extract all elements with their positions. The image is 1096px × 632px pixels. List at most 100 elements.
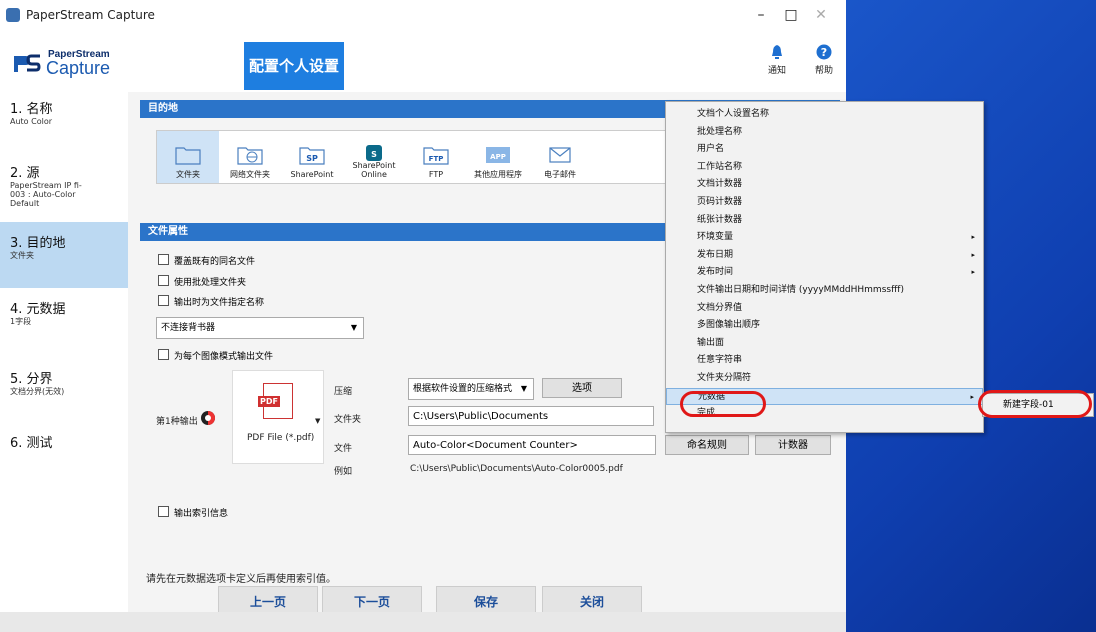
folder-path-input[interactable]: C:\Users\Public\Documents: [408, 406, 654, 426]
menu-item[interactable]: 文档个人设置名称: [666, 106, 983, 123]
submenu-arrow-icon: ▸: [971, 233, 975, 242]
menu-item-label: 工作站名称: [697, 161, 743, 172]
sharepoint-icon: SP: [299, 147, 325, 165]
menu-item[interactable]: 输出面: [666, 335, 983, 352]
menu-item[interactable]: 任意字符串: [666, 352, 983, 369]
highlight-ring-metadata: [680, 391, 766, 417]
submenu-arrow-icon: ▸: [970, 392, 974, 401]
step-sub: Auto Color: [10, 117, 53, 126]
menu-item-label: 文件夹分隔符: [697, 373, 752, 383]
notify-label: 通知: [767, 66, 786, 76]
dest-label: 其他应用程序: [474, 170, 522, 179]
network-folder-icon: [237, 147, 263, 165]
select-value: 根据软件设置的压缩格式: [413, 384, 513, 394]
step-label: 2. 源: [10, 166, 40, 181]
overwrite-checkbox[interactable]: 覆盖既有的同名文件: [158, 254, 255, 267]
counter-button[interactable]: 计数器: [755, 435, 831, 455]
dest-folder[interactable]: 文件夹: [157, 131, 219, 183]
step-sub: 文档分界(无效): [10, 387, 65, 396]
page-title: 配置个人设置: [244, 42, 344, 90]
svg-text:APP: APP: [490, 153, 506, 161]
highlight-ring-new-field: [978, 390, 1092, 418]
menu-item[interactable]: 纸张计数器: [666, 212, 983, 229]
checkbox-box: [158, 275, 169, 286]
insert-field-menu: 文档个人设置名称 批处理名称用户名工作站名称文档计数器页码计数器纸张计数器环境变量…: [665, 101, 984, 433]
step-separation[interactable]: 5. 分界 文档分界(无效): [0, 368, 128, 418]
menu-item-label: 发布时间: [697, 267, 734, 278]
dest-sharepoint-online[interactable]: S SharePoint Online: [343, 131, 405, 183]
output1-label: 第1种输出: [156, 417, 198, 427]
dest-label: SharePoint Online: [352, 161, 396, 179]
menu-item-label: 文件输出日期和时间详情 (yyyyMMddHHmmssfff): [697, 285, 904, 295]
close-window-button[interactable]: ✕: [806, 4, 836, 26]
step-sidebar: 1. 名称 Auto Color 2. 源 PaperStream IP fi-…: [0, 92, 128, 612]
step-label: 3. 目的地: [10, 236, 66, 251]
menu-item[interactable]: 文件夹分隔符: [666, 370, 983, 387]
menu-item[interactable]: 工作站名称: [666, 159, 983, 176]
step-destination[interactable]: 3. 目的地 文件夹: [0, 222, 128, 288]
menu-item[interactable]: 文件输出日期和时间详情 (yyyyMMddHHmmssfff): [666, 282, 983, 299]
format-dropdown-icon: ▼: [315, 417, 321, 425]
compression-select[interactable]: 根据软件设置的压缩格式 ▼: [408, 378, 534, 400]
menu-item-label: 文档个人设置名称: [697, 109, 770, 119]
endorser-select[interactable]: 不连接背书器 ▼: [156, 317, 364, 339]
menu-item-label: 文档分界值: [697, 302, 743, 313]
menu-item[interactable]: 文档分界值: [666, 300, 983, 317]
dest-email[interactable]: 电子邮件: [529, 131, 591, 183]
step-metadata[interactable]: 4. 元数据 1字段: [0, 298, 128, 348]
per-image-mode-checkbox[interactable]: 为每个图像模式输出文件: [158, 349, 273, 362]
menu-item[interactable]: 发布日期 ▸: [666, 247, 983, 264]
step-label: 1. 名称: [10, 102, 53, 117]
menu-item[interactable]: 页码计数器: [666, 194, 983, 211]
specify-name-checkbox[interactable]: 输出时为文件指定名称: [158, 295, 264, 308]
dest-ftp[interactable]: FTP FTP: [405, 131, 467, 183]
svg-text:?: ?: [821, 46, 827, 59]
step-source[interactable]: 2. 源 PaperStream IP fi- 003 : Auto-Color…: [0, 162, 128, 222]
svg-text:S: S: [371, 150, 377, 159]
menu-item[interactable]: 用户名: [666, 141, 983, 158]
index-info-checkbox[interactable]: 输出索引信息: [158, 506, 228, 519]
menu-item[interactable]: 文档计数器: [666, 176, 983, 193]
checkbox-label: 输出索引信息: [174, 509, 229, 519]
compress-label: 压缩: [334, 387, 353, 397]
naming-rule-button[interactable]: 命名规则: [665, 435, 749, 455]
menu-item-label: 任意字符串: [697, 355, 743, 366]
ftp-icon: FTP: [423, 147, 449, 165]
dest-label: SharePoint: [290, 170, 334, 179]
submenu-arrow-icon: ▸: [971, 250, 975, 259]
menu-item-label: 批处理名称: [697, 126, 743, 137]
step-sub: 1字段: [10, 317, 32, 326]
notify-button[interactable]: 通知: [757, 44, 797, 76]
maximize-button[interactable]: □: [776, 4, 806, 26]
file-format-selector[interactable]: PDF PDF File (*.pdf) ▼: [232, 370, 324, 464]
app-icon: APP: [486, 147, 510, 163]
dest-sharepoint[interactable]: SP SharePoint: [281, 131, 343, 183]
menu-item-label: 环境变量: [697, 232, 734, 243]
status-bar: [0, 612, 846, 632]
menu-item[interactable]: 环境变量 ▸: [666, 229, 983, 246]
help-button[interactable]: ? 帮助: [804, 44, 844, 76]
step-name[interactable]: 1. 名称 Auto Color: [0, 98, 128, 148]
dest-other-app[interactable]: APP 其他应用程序: [467, 131, 529, 183]
menu-item[interactable]: 批处理名称: [666, 124, 983, 141]
file-name-input[interactable]: Auto-Color<Document Counter>: [408, 435, 656, 455]
help-icon: ?: [816, 44, 832, 60]
svg-text:FTP: FTP: [429, 155, 444, 163]
options-button[interactable]: 选项: [542, 378, 622, 398]
menu-item[interactable]: 多图像输出顺序: [666, 317, 983, 334]
menu-item[interactable]: 发布时间 ▸: [666, 264, 983, 281]
batch-folder-checkbox[interactable]: 使用批处理文件夹: [158, 275, 246, 288]
window-title: PaperStream Capture: [26, 8, 155, 22]
title-bar: PaperStream Capture – □ ✕: [0, 0, 846, 30]
checkbox-box: [158, 295, 169, 306]
select-value: 不连接背书器: [161, 323, 216, 333]
menu-item-label: 文档计数器: [697, 179, 743, 190]
minimize-button[interactable]: –: [746, 4, 776, 26]
step-label: 5. 分界: [10, 372, 53, 387]
step-test[interactable]: 6. 测试: [0, 432, 128, 462]
help-label: 帮助: [814, 66, 833, 76]
dest-network-folder[interactable]: 网络文件夹: [219, 131, 281, 183]
example-value: C:\Users\Public\Documents\Auto-Color0005…: [410, 464, 623, 474]
header: PaperStream Capture 配置个人设置 通知 ? 帮助: [0, 30, 846, 92]
menu-item-label: 纸张计数器: [697, 214, 743, 225]
